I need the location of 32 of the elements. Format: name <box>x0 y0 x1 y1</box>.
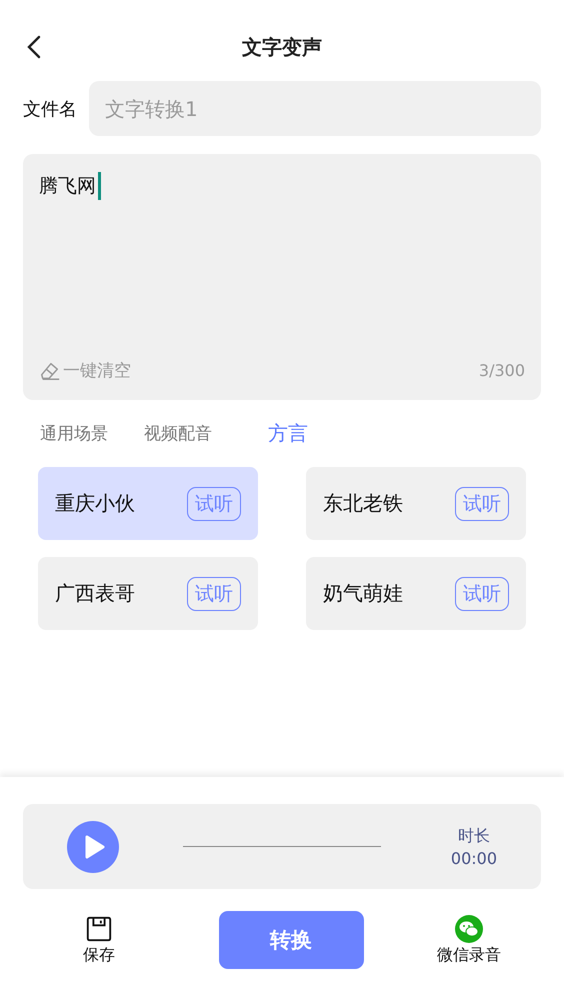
character-counter: 3/300 <box>478 361 525 380</box>
chat-bubbles-icon <box>455 914 483 942</box>
back-icon[interactable] <box>27 35 41 59</box>
input-text: 腾飞网 <box>39 174 96 199</box>
preview-button[interactable]: 试听 <box>187 576 241 610</box>
file-name-field[interactable]: 文字转换1 <box>89 81 541 136</box>
voice-name: 东北老铁 <box>323 490 403 517</box>
voice-name: 广西表哥 <box>55 580 135 607</box>
wechat-record-button[interactable]: 微信录音 <box>437 914 501 966</box>
voice-card[interactable]: 广西表哥 试听 <box>38 557 258 630</box>
category-tab[interactable]: 视频配音 <box>144 420 212 447</box>
convert-button[interactable]: 转换 <box>218 911 364 969</box>
clear-button[interactable]: 一键清空 <box>39 359 131 382</box>
file-name-label: 文件名 <box>23 98 77 120</box>
voice-card[interactable]: 重庆小伙 试听 <box>38 467 258 540</box>
preview-button[interactable]: 试听 <box>455 576 509 610</box>
duration-value: 00:00 <box>450 848 497 868</box>
save-button[interactable]: 保存 <box>83 914 115 966</box>
text-input-area[interactable]: 腾飞网 一键清空 3/300 <box>23 154 541 400</box>
play-icon[interactable] <box>67 820 119 872</box>
page-title: 文字变声 <box>242 34 322 60</box>
save-icon <box>85 914 113 942</box>
voice-name: 重庆小伙 <box>55 490 135 517</box>
voice-card[interactable]: 东北老铁 试听 <box>306 467 526 540</box>
category-tab[interactable]: 方言 <box>268 420 308 447</box>
preview-button[interactable]: 试听 <box>187 486 241 520</box>
category-tab[interactable]: 通用场景 <box>40 420 108 447</box>
voice-name: 奶气萌娃 <box>323 580 403 607</box>
preview-button[interactable]: 试听 <box>455 486 509 520</box>
text-cursor <box>98 172 101 200</box>
voice-card[interactable]: 奶气萌娃 试听 <box>306 557 526 630</box>
duration-label: 时长 <box>458 826 490 846</box>
